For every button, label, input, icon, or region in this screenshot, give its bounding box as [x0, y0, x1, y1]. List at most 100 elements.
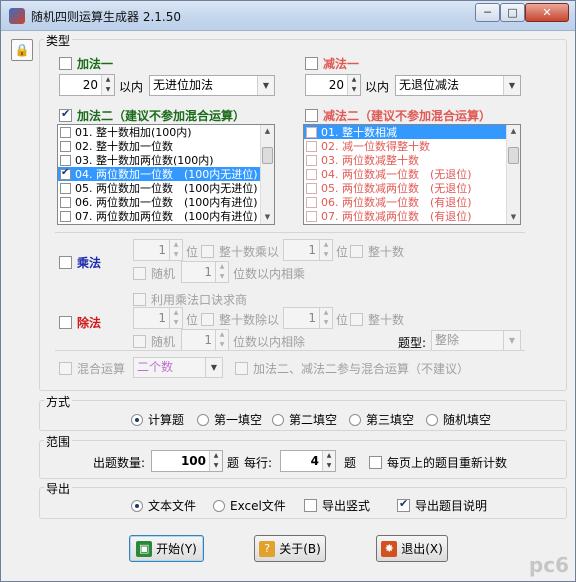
list-item-checkbox[interactable] — [306, 154, 317, 166]
mul-checkbox[interactable]: 乘法 — [59, 254, 101, 271]
div-type-select[interactable]: 整除 ▼ — [431, 330, 521, 351]
spin-up-icon[interactable]: ▲ — [216, 330, 228, 340]
add1-checkbox[interactable]: 加法一 — [59, 55, 113, 72]
spin-down-icon[interactable]: ▼ — [216, 272, 228, 282]
div-whole-ten-checkbox-2[interactable]: 整十数 — [350, 311, 404, 328]
list-item[interactable]: 02. 整十数加一位数 — [58, 139, 274, 153]
add2-listbox[interactable]: 01. 整十数相加(100内) 02. 整十数加一位数 03. 整十数加两位数(… — [57, 124, 275, 225]
div-checkbox[interactable]: 除法 — [59, 314, 101, 331]
spin-down-icon[interactable]: ▼ — [102, 85, 114, 95]
exit-button[interactable]: ✸ 退出(X) — [376, 535, 448, 562]
chevron-down-icon[interactable]: ▼ — [503, 76, 520, 95]
export-explain-checkbox[interactable]: 导出题目说明 — [397, 497, 487, 514]
spin-down-icon[interactable]: ▼ — [320, 318, 332, 328]
add2-checkbox[interactable]: 加法二（建议不参加混合运算） — [59, 107, 245, 124]
spin-down-icon[interactable]: ▼ — [348, 85, 360, 95]
radio-dot[interactable] — [426, 413, 438, 426]
scroll-down-icon[interactable]: ▼ — [507, 211, 520, 224]
spin-up-icon[interactable]: ▲ — [323, 451, 335, 461]
spin-up-icon[interactable]: ▲ — [216, 262, 228, 272]
scroll-thumb[interactable] — [508, 147, 519, 164]
list-item[interactable]: 03. 整十数加两位数(100内) — [58, 153, 274, 167]
add1-range-spinner[interactable]: 20 ▲ ▼ — [59, 74, 115, 96]
div-use-table-checkbox[interactable]: 利用乘法口诀求商 — [133, 291, 247, 308]
radio-dot[interactable] — [349, 413, 361, 426]
list-item-checkbox[interactable] — [60, 167, 71, 180]
div-whole-ten-checkbox-1[interactable]: 整十数 — [201, 311, 255, 328]
list-item-checkbox[interactable] — [306, 168, 317, 180]
list-item-checkbox[interactable] — [60, 210, 71, 222]
mul-random-checkbox[interactable]: 随机 — [133, 265, 175, 282]
list-item[interactable]: 06. 两位数加一位数 (100内有进位) — [58, 195, 274, 209]
mul-digits-value-2[interactable]: 1 — [284, 240, 319, 260]
chevron-down-icon[interactable]: ▼ — [503, 331, 520, 350]
chevron-down-icon[interactable]: ▼ — [205, 358, 222, 377]
spin-up-icon[interactable]: ▲ — [210, 451, 222, 461]
mul-whole-ten-box-2[interactable] — [350, 245, 363, 258]
recount-box[interactable] — [369, 456, 382, 469]
add2-checkbox-box[interactable] — [59, 107, 72, 122]
per-row-value[interactable]: 4 — [281, 451, 322, 471]
export-text-radio[interactable]: 文本文件 — [131, 497, 196, 514]
mul-checkbox-box[interactable] — [59, 256, 72, 269]
mixed-checkbox[interactable]: 混合运算 — [59, 360, 125, 377]
list-item-checkbox[interactable] — [60, 140, 71, 152]
div-digits-spinner-1[interactable]: 1 ▲ ▼ — [133, 307, 183, 329]
div-random-digits-spinner[interactable]: 1 ▲ ▼ — [181, 329, 229, 351]
maximize-button[interactable]: □ — [500, 3, 525, 22]
about-button[interactable]: ? 关于(B) — [254, 535, 326, 562]
export-vertical-checkbox[interactable]: 导出竖式 — [304, 497, 370, 514]
add1-checkbox-box[interactable] — [59, 57, 72, 70]
list-item-checkbox[interactable] — [306, 210, 317, 222]
list-item[interactable]: 05. 两位数加一位数 (100内无进位) — [58, 181, 274, 195]
start-button[interactable]: ▣ 开始(Y) — [129, 535, 204, 562]
list-item[interactable]: 01. 整十数相加(100内) — [58, 125, 274, 139]
list-item[interactable]: 06. 两位数减一位数 (有退位) — [304, 195, 520, 209]
mul-whole-ten-box-1[interactable] — [201, 245, 214, 258]
mul-whole-ten-checkbox-2[interactable]: 整十数 — [350, 243, 404, 260]
mixed-count-select[interactable]: 二个数 ▼ — [133, 357, 223, 378]
list-item-checkbox[interactable] — [60, 126, 71, 138]
add1-range-value[interactable]: 20 — [60, 75, 101, 95]
spin-down-icon[interactable]: ▼ — [323, 461, 335, 471]
mixed-include-checkbox[interactable]: 加法二、减法二参与混合运算（不建议） — [235, 360, 469, 377]
mul-random-digits-value[interactable]: 1 — [182, 262, 215, 282]
export-explain-box[interactable] — [397, 497, 410, 512]
add2-scrollbar[interactable]: ▲ ▼ — [260, 125, 274, 224]
list-item[interactable]: 04. 两位数减一位数 (无退位) — [304, 167, 520, 181]
list-item-checkbox[interactable] — [306, 126, 317, 138]
list-item[interactable]: 04. 两位数加一位数 (100内无进位) — [58, 167, 274, 181]
list-item-checkbox[interactable] — [306, 196, 317, 208]
list-item[interactable]: 03. 两位数减整十数 — [304, 153, 520, 167]
list-item[interactable]: 02. 减一位数得整十数 — [304, 139, 520, 153]
export-excel-radio[interactable]: Excel文件 — [213, 497, 286, 514]
div-digits-value-1[interactable]: 1 — [134, 308, 169, 328]
add1-mode-select[interactable]: 无进位加法 ▼ — [149, 75, 275, 96]
question-count-spinner[interactable]: 100 ▲ ▼ — [151, 450, 223, 472]
mode-option-fill2[interactable]: 第二填空 — [272, 411, 337, 428]
export-vertical-box[interactable] — [304, 499, 317, 512]
radio-dot[interactable] — [131, 413, 143, 426]
list-item[interactable]: 07. 两位数加两位数 (100内有进位) — [58, 209, 274, 223]
mul-digits-value-1[interactable]: 1 — [134, 240, 169, 260]
spin-down-icon[interactable]: ▼ — [210, 461, 222, 471]
list-item[interactable]: 05. 两位数减两位数 (无退位) — [304, 181, 520, 195]
div-random-digits-value[interactable]: 1 — [182, 330, 215, 350]
list-item[interactable]: 01. 整十数相减 — [304, 125, 520, 139]
title-bar[interactable]: 随机四则运算生成器 2.1.50 ─ □ ✕ — [1, 1, 575, 31]
div-digits-value-2[interactable]: 1 — [284, 308, 319, 328]
list-item-checkbox[interactable] — [306, 140, 317, 152]
list-item-checkbox[interactable] — [60, 154, 71, 166]
mul-digits-spinner-1[interactable]: 1 ▲ ▼ — [133, 239, 183, 261]
mul-random-digits-spinner[interactable]: 1 ▲ ▼ — [181, 261, 229, 283]
spin-down-icon[interactable]: ▼ — [320, 250, 332, 260]
sub1-checkbox-box[interactable] — [305, 57, 318, 70]
per-row-spinner[interactable]: 4 ▲ ▼ — [280, 450, 336, 472]
radio-dot[interactable] — [213, 499, 225, 512]
spin-up-icon[interactable]: ▲ — [170, 240, 182, 250]
mixed-checkbox-box[interactable] — [59, 362, 72, 375]
radio-dot[interactable] — [197, 413, 209, 426]
mode-option-fill3[interactable]: 第三填空 — [349, 411, 414, 428]
spin-up-icon[interactable]: ▲ — [170, 308, 182, 318]
scroll-up-icon[interactable]: ▲ — [507, 125, 520, 138]
